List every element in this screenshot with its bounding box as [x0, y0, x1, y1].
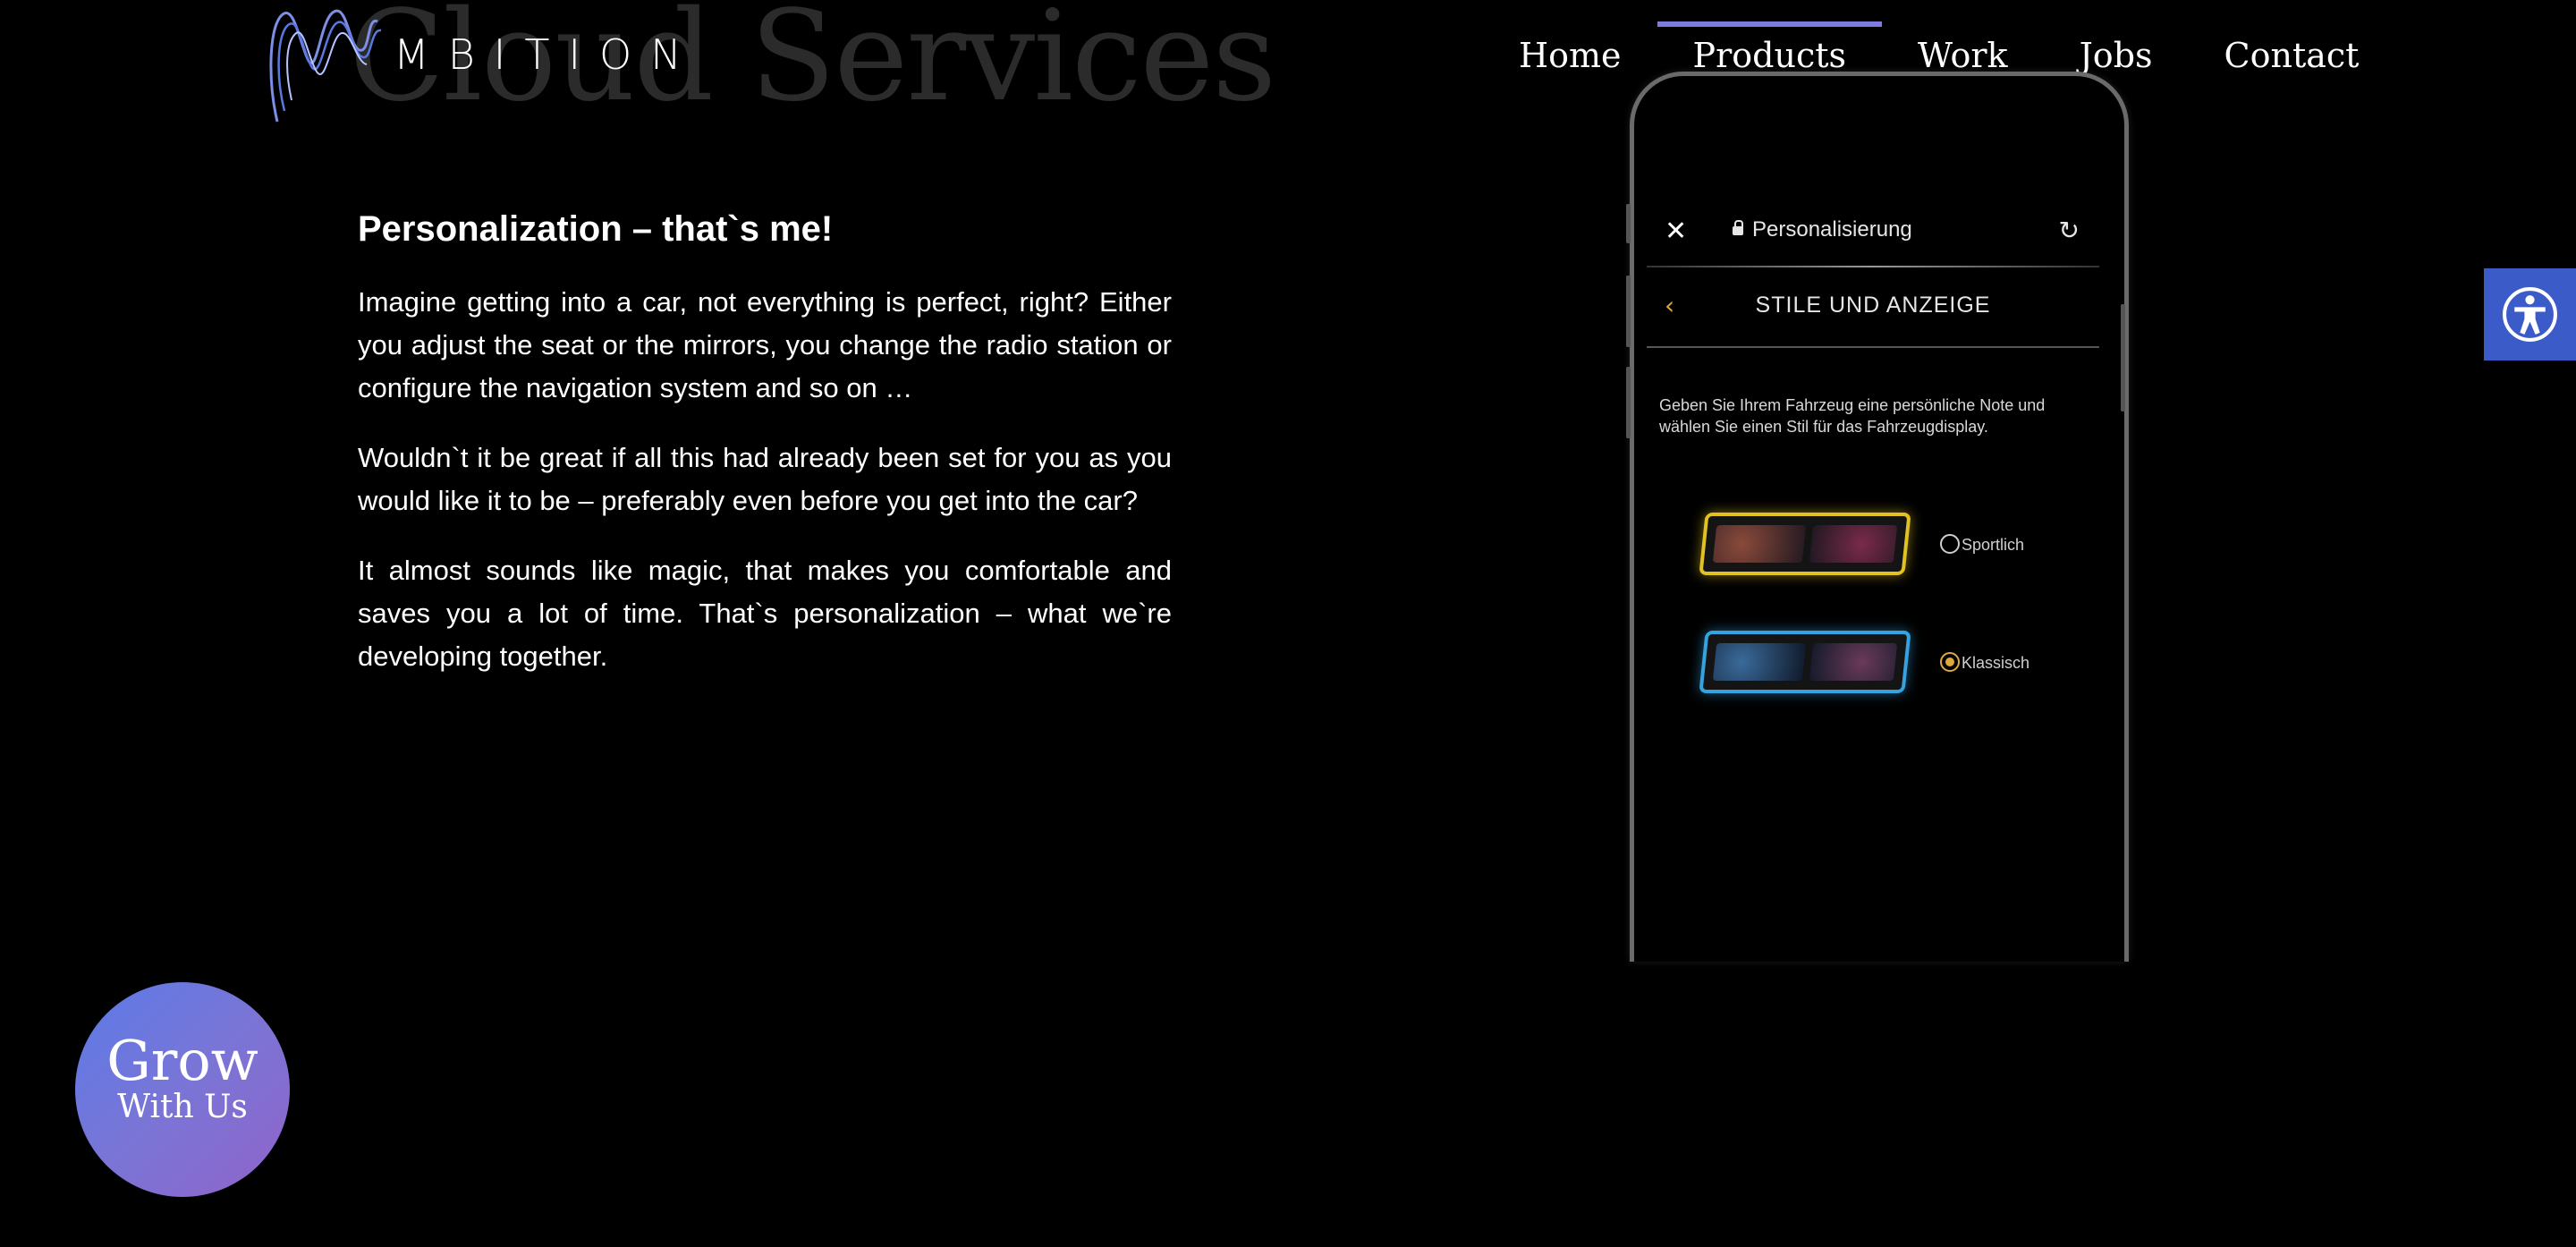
grow-button-line-2: With Us	[117, 1089, 248, 1125]
phone-browser-bar: ✕ Personalisierung ↻	[1647, 205, 2099, 267]
grow-with-us-button[interactable]: Grow With Us	[75, 982, 290, 1197]
wave-logo-icon	[269, 9, 382, 123]
nav-item-contact[interactable]: Contact	[2189, 21, 2395, 86]
phone-mockup: ✕ Personalisierung ↻ ‹ STILE UND ANZEIGE…	[1630, 72, 2129, 962]
logo-text: MBITION	[394, 30, 700, 79]
phone-page-title: STILE UND ANZEIGE	[1755, 293, 1991, 318]
radio-label-sportlich: Sportlich	[1962, 536, 2025, 554]
dashboard-image-blue	[1699, 631, 1911, 693]
dashboard-image-yellow	[1699, 513, 1911, 575]
accessibility-button[interactable]	[2484, 268, 2576, 361]
reload-icon: ↻	[2058, 216, 2080, 245]
accessibility-icon	[2503, 287, 2557, 342]
style-option-klassisch: Klassisch	[1647, 616, 2099, 734]
section-heading: Personalization – that`s me!	[358, 209, 834, 249]
radio-klassisch	[1940, 652, 1960, 672]
lock-icon	[1733, 220, 1743, 235]
grow-button-line-1: Grow	[106, 1028, 258, 1093]
section-paragraph: It almost sounds like magic, that makes …	[358, 555, 1172, 672]
phone-screen: ✕ Personalisierung ↻ ‹ STILE UND ANZEIGE…	[1647, 205, 2099, 734]
style-option-sportlich: Sportlich	[1647, 498, 2099, 616]
nav-item-home[interactable]: Home	[1483, 21, 1657, 86]
close-icon: ✕	[1665, 216, 1688, 247]
logo-link[interactable]: MBITION	[267, 4, 696, 125]
radio-label-klassisch: Klassisch	[1962, 654, 2030, 672]
personalization-section: Personalization – that`s me! Imagine get…	[358, 208, 1172, 705]
phone-side-button	[1626, 367, 1631, 438]
phone-browser-title: Personalisierung	[1752, 217, 1912, 242]
phone-side-button	[1626, 204, 1631, 243]
section-paragraph: Imagine getting into a car, not everythi…	[358, 286, 1172, 403]
radio-sportlich	[1940, 534, 1960, 554]
phone-side-button	[2121, 304, 2125, 411]
section-paragraph: Wouldn`t it be great if all this had alr…	[358, 442, 1172, 516]
phone-description: Geben Sie Ihrem Fahrzeug eine persönlich…	[1659, 396, 2046, 436]
phone-side-button	[1626, 276, 1631, 347]
phone-page-header: ‹ STILE UND ANZEIGE	[1647, 267, 2099, 348]
